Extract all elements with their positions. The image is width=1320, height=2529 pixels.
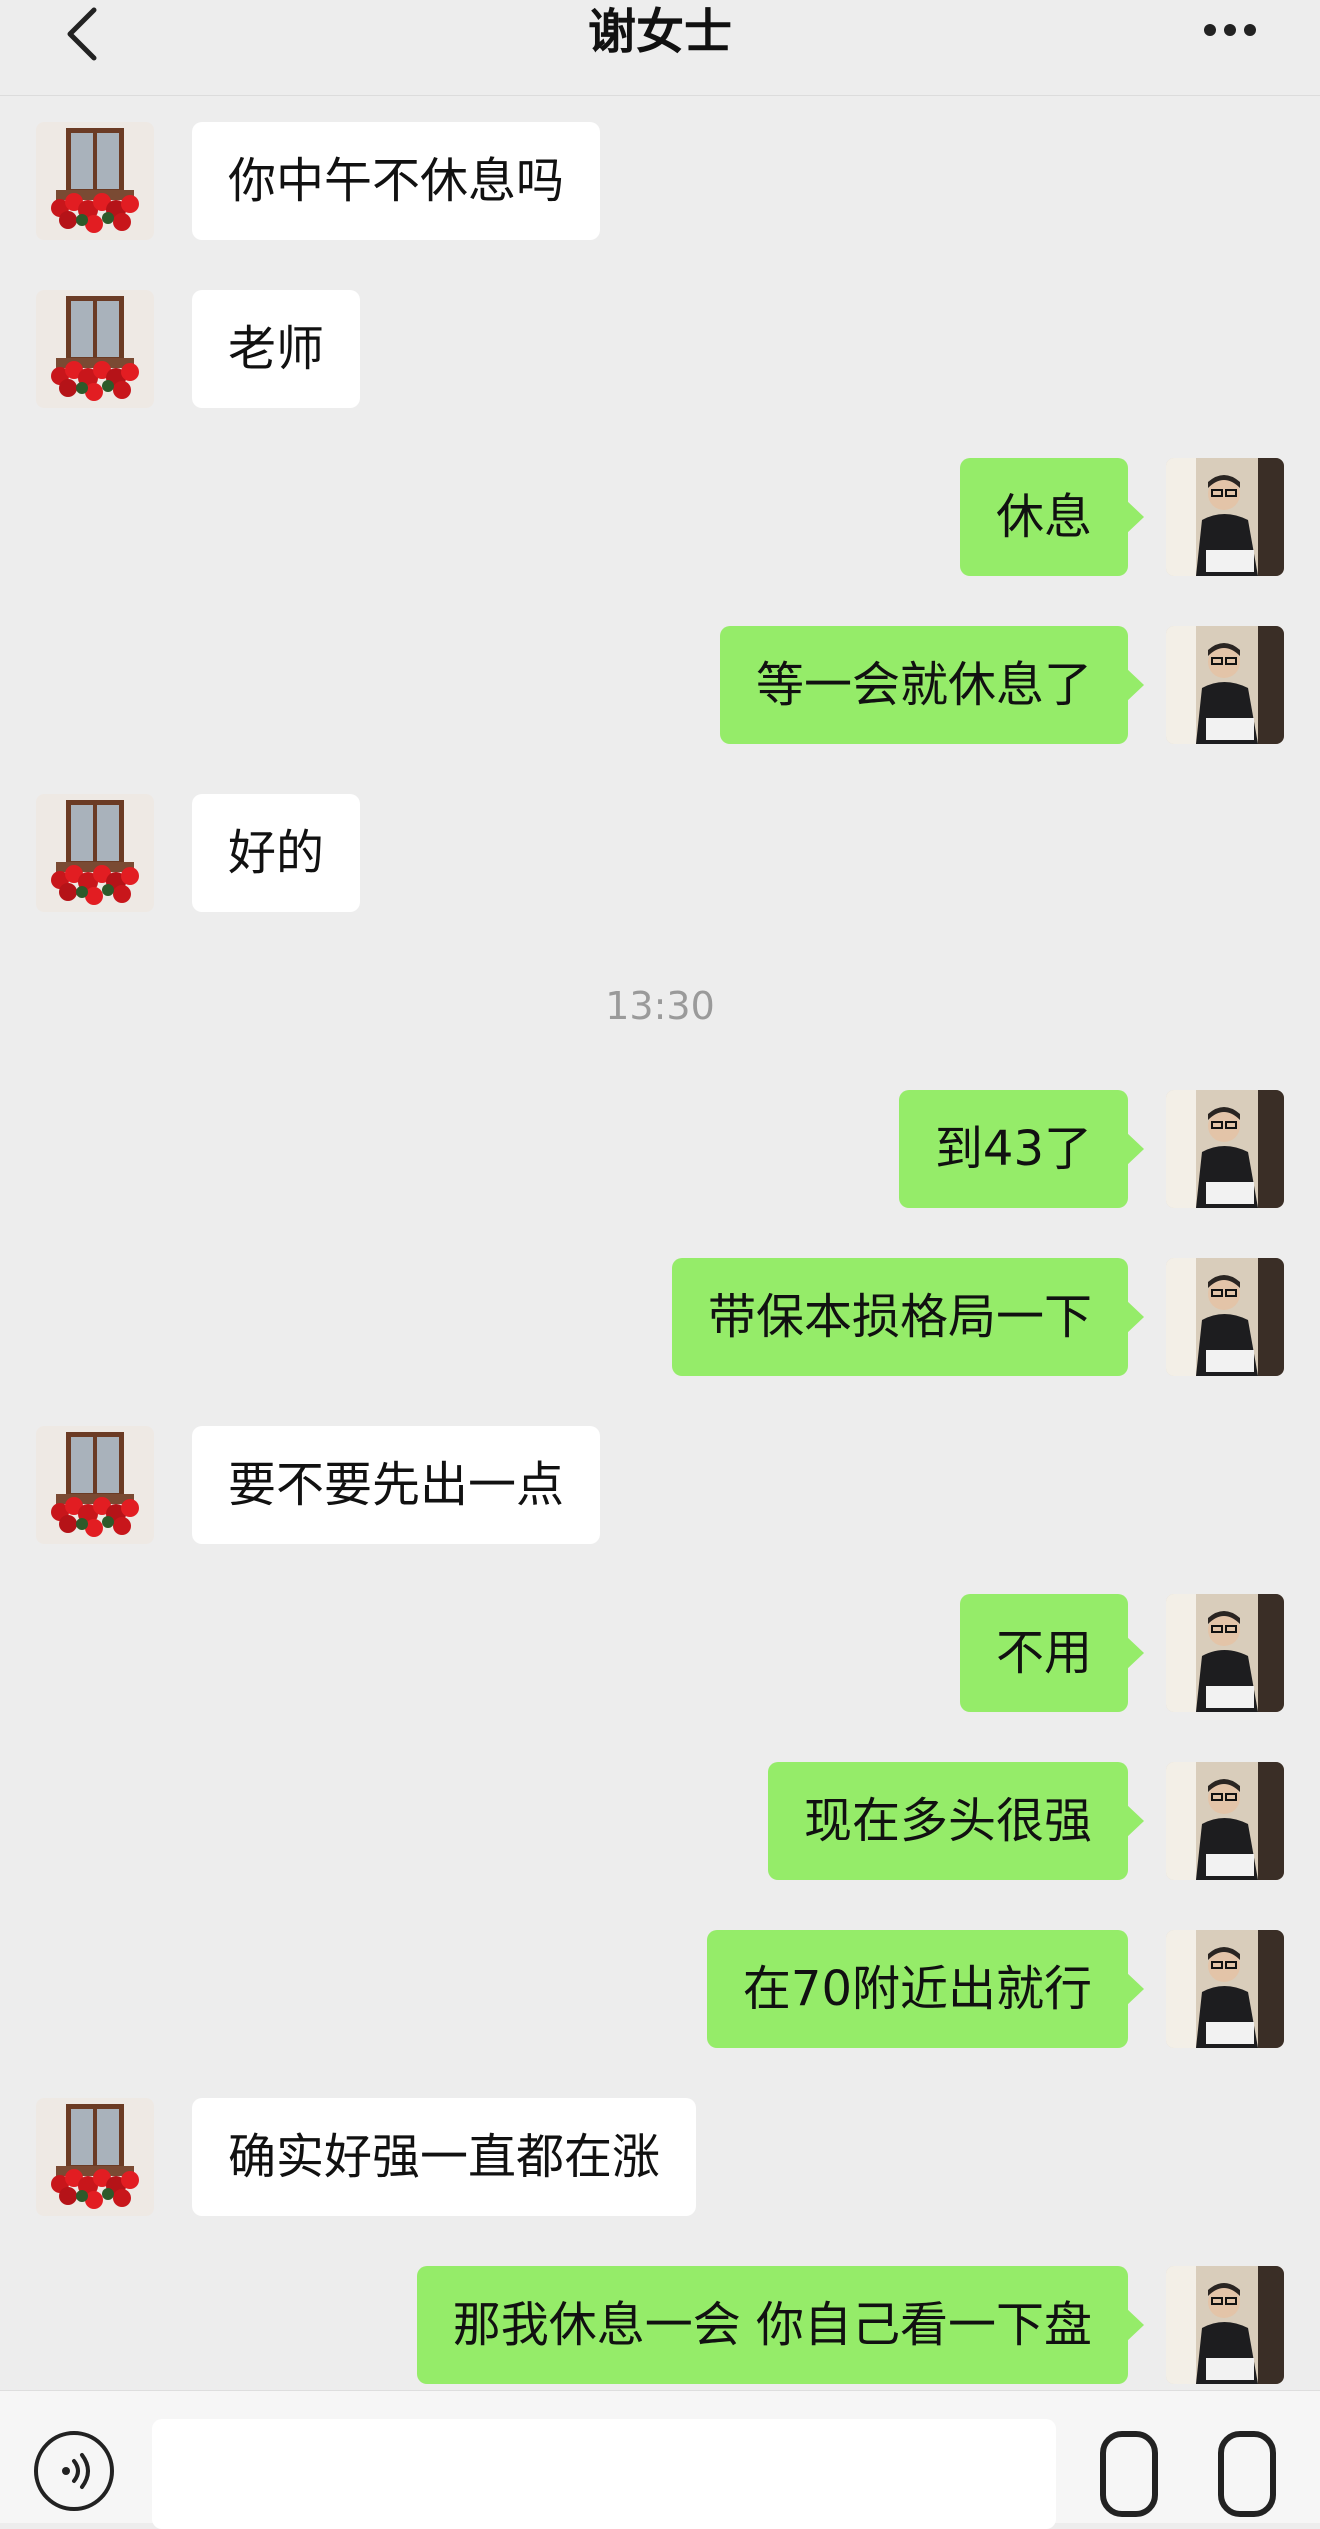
message-bubble-outgoing[interactable]: 那我休息一会 你自己看一下盘 — [416, 2266, 1145, 2384]
contact-avatar[interactable] — [36, 290, 154, 408]
message-row-incoming: 要不要先出一点 — [0, 1424, 1320, 1544]
message-row-outgoing: 在70附近出就行 — [0, 1928, 1320, 2048]
my-avatar[interactable] — [1166, 626, 1284, 744]
message-bubble-outgoing[interactable]: 到43了 — [898, 1090, 1145, 1208]
contact-avatar[interactable] — [36, 1426, 154, 1544]
contact-avatar-image — [36, 2098, 154, 2216]
contact-avatar-image — [36, 1426, 154, 1544]
message-row-outgoing: 现在多头很强 — [0, 1760, 1320, 1880]
message-timestamp: 13:30 — [605, 984, 715, 1028]
my-avatar[interactable] — [1166, 458, 1284, 576]
message-bubble-outgoing[interactable]: 不用 — [959, 1594, 1145, 1712]
message-row-outgoing: 不用 — [0, 1592, 1320, 1712]
contact-avatar-image — [36, 794, 154, 912]
message-bubble-incoming[interactable]: 你中午不休息吗 — [192, 122, 601, 240]
message-row-outgoing: 休息 — [0, 456, 1320, 576]
my-avatar-image — [1166, 458, 1284, 576]
my-avatar[interactable] — [1166, 1594, 1284, 1712]
message-row-incoming: 你中午不休息吗 — [0, 120, 1320, 240]
my-avatar[interactable] — [1166, 1762, 1284, 1880]
top-navigation-bar: 谢女士 — [0, 0, 1320, 96]
message-bubble-outgoing[interactable]: 休息 — [959, 458, 1145, 576]
message-bubble-outgoing[interactable]: 等一会就休息了 — [719, 626, 1145, 744]
more-horizontal-icon[interactable] — [1202, 22, 1258, 38]
my-avatar-image — [1166, 1594, 1284, 1712]
my-avatar[interactable] — [1166, 2266, 1284, 2384]
message-row-incoming: 老师 — [0, 288, 1320, 408]
my-avatar[interactable] — [1166, 1930, 1284, 2048]
my-avatar-image — [1166, 1762, 1284, 1880]
my-avatar[interactable] — [1166, 1258, 1284, 1376]
my-avatar-image — [1166, 1930, 1284, 2048]
message-row-incoming: 好的 — [0, 792, 1320, 912]
voice-icon-glyph — [62, 2453, 90, 2489]
chat-title: 谢女士 — [587, 4, 732, 60]
contact-avatar[interactable] — [36, 794, 154, 912]
message-list[interactable]: 你中午不休息吗 老师 休息 等一会就休息了 好的 13:30 到43了 带保本损… — [0, 96, 1320, 2390]
message-row-outgoing: 等一会就休息了 — [0, 624, 1320, 744]
message-bubble-incoming[interactable]: 好的 — [192, 794, 361, 912]
message-bubble-outgoing[interactable]: 在70附近出就行 — [706, 1930, 1145, 2048]
contact-avatar[interactable] — [36, 2098, 154, 2216]
message-row-outgoing: 那我休息一会 你自己看一下盘 — [0, 2264, 1320, 2384]
message-bubble-incoming[interactable]: 确实好强一直都在涨 — [192, 2098, 697, 2216]
message-bubble-incoming[interactable]: 老师 — [192, 290, 361, 408]
my-avatar-image — [1166, 1090, 1284, 1208]
message-bubble-outgoing[interactable]: 带保本损格局一下 — [671, 1258, 1145, 1376]
contact-avatar-image — [36, 122, 154, 240]
message-row-outgoing: 带保本损格局一下 — [0, 1256, 1320, 1376]
message-input[interactable] — [152, 2419, 1056, 2529]
message-row-outgoing: 到43了 — [0, 1088, 1320, 1208]
message-row-incoming: 确实好强一直都在涨 — [0, 2096, 1320, 2216]
contact-avatar-image — [36, 290, 154, 408]
my-avatar-image — [1166, 2266, 1284, 2384]
message-bubble-incoming[interactable]: 要不要先出一点 — [192, 1426, 601, 1544]
voice-icon[interactable] — [34, 2431, 114, 2511]
plus-icon[interactable] — [1218, 2431, 1276, 2517]
my-avatar-image — [1166, 1258, 1284, 1376]
my-avatar[interactable] — [1166, 1090, 1284, 1208]
message-bubble-outgoing[interactable]: 现在多头很强 — [767, 1762, 1145, 1880]
my-avatar-image — [1166, 626, 1284, 744]
emoji-icon[interactable] — [1100, 2431, 1158, 2517]
contact-avatar[interactable] — [36, 122, 154, 240]
chat-input-bar — [0, 2390, 1320, 2529]
